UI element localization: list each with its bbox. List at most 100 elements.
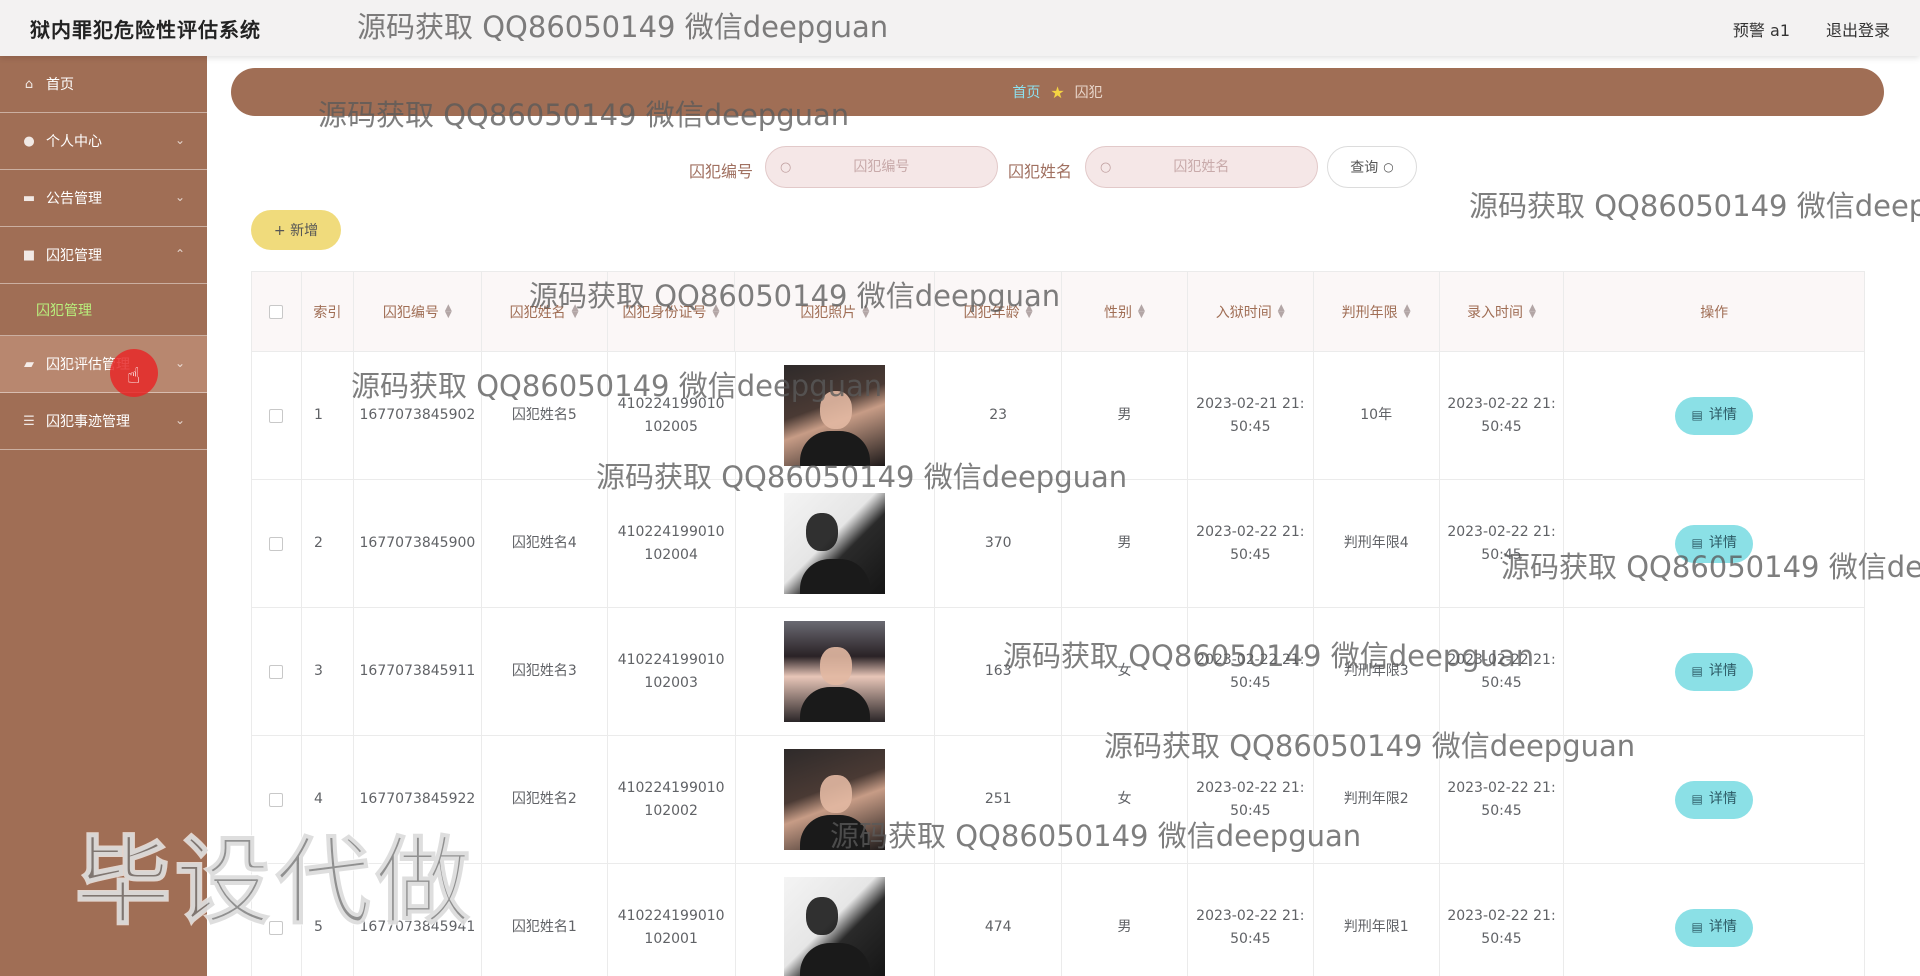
idcard-part: 102003 — [644, 674, 698, 691]
row-checkbox[interactable] — [269, 792, 284, 807]
row-checkbox[interactable] — [269, 664, 284, 679]
sidebar-item-label: 首页 — [46, 77, 74, 93]
header-ops: 操作 — [1564, 272, 1864, 351]
deeds-icon: ☰ — [23, 413, 35, 429]
header-idcard[interactable]: 囚犯身份证号 ▲ ▼ — [608, 272, 736, 351]
cell-name: 囚犯姓名1 — [482, 864, 608, 976]
cell-sentence: 判刑年限2 — [1314, 736, 1440, 863]
detail-button[interactable]: ▤ 详情 — [1675, 780, 1754, 819]
cell-gender: 男 — [1062, 480, 1188, 607]
idcard-part: 410224199010 — [617, 779, 725, 796]
time-part: 50:45 — [1481, 802, 1522, 819]
header-name[interactable]: 囚犯姓名 ▲ ▼ — [482, 272, 608, 351]
cell-record-time: 2023-02-22 21: 50:45 — [1440, 608, 1565, 735]
row-checkbox[interactable] — [269, 920, 284, 935]
time-part: 50:45 — [1481, 674, 1522, 691]
cell-record-time: 2023-02-22 21: 50:45 — [1440, 480, 1565, 607]
header-gender[interactable]: 性别 ▲ ▼ — [1062, 272, 1188, 351]
detail-label: 详情 — [1708, 407, 1737, 423]
cell-gender: 男 — [1062, 864, 1188, 976]
sort-icon: ▲ ▼ — [1403, 302, 1411, 320]
cell-index: 2 — [302, 480, 354, 607]
notice-icon: ▬ — [22, 190, 36, 206]
prisoner-photo[interactable] — [784, 365, 886, 466]
header-sentence[interactable]: 判刑年限 ▲ ▼ — [1314, 272, 1440, 351]
breadcrumb-home[interactable]: 首页 — [1012, 82, 1040, 102]
prisoner-photo[interactable] — [784, 621, 886, 722]
idcard-part: 102005 — [644, 418, 698, 435]
watermark-text: 源码获取 QQ86050149 微信deepguan — [1469, 189, 1920, 223]
time-part: 2023-02-22 21: — [1447, 395, 1556, 412]
cell-ops: ▤ 详情 — [1564, 608, 1864, 735]
query-label: 查询 — [1350, 160, 1379, 176]
header-label: 囚犯年龄 — [963, 304, 1020, 321]
logout-link[interactable]: 退出登录 — [1826, 17, 1890, 41]
sidebar-item-label: 囚犯事迹管理 — [46, 414, 130, 430]
header-entry-time[interactable]: 入狱时间 ▲ ▼ — [1188, 272, 1314, 351]
idcard-part: 102004 — [644, 546, 698, 563]
cell-idcard: 410224199010 102004 — [608, 480, 736, 607]
prisoner-table: 索引 囚犯编号 ▲ ▼ 囚犯姓名 ▲ ▼ 囚犯身份证号 ▲ ▼ 囚犯照片 ▲ ▼ 囚犯年龄 ▲ ▼ … — [251, 271, 1865, 976]
prisoner-icon: ■ — [22, 247, 36, 263]
cell-ops: ▤ 详情 — [1564, 864, 1864, 976]
sidebar-item-prisoners[interactable]: ■ 囚犯管理 ⌃ — [0, 227, 207, 284]
search-field-name[interactable]: ○ — [1085, 146, 1318, 188]
cell-sentence: 判刑年限3 — [1314, 608, 1440, 735]
prisoner-photo[interactable] — [784, 877, 886, 976]
row-checkbox[interactable] — [269, 408, 284, 423]
detail-label: 详情 — [1708, 535, 1737, 551]
row-checkbox[interactable] — [269, 536, 284, 551]
cell-gender: 男 — [1062, 352, 1188, 479]
sidebar-item-profile[interactable]: ● 个人中心 ⌄ — [0, 113, 207, 170]
sort-icon: ▲ ▼ — [712, 302, 720, 320]
cell-sentence: 10年 — [1314, 352, 1440, 479]
home-icon: ⌂ — [24, 76, 34, 92]
header-label: 索引 — [313, 304, 342, 321]
prisoner-photo[interactable] — [784, 493, 886, 594]
header-id[interactable]: 囚犯编号 ▲ ▼ — [354, 272, 482, 351]
detail-button[interactable]: ▤ 详情 — [1675, 908, 1754, 947]
sidebar-item-assessment[interactable]: ▰ 囚犯评估管理 ⌄ — [0, 336, 207, 393]
sort-icon: ▲ ▼ — [862, 302, 870, 320]
time-part: 50:45 — [1481, 930, 1522, 947]
sidebar-item-deeds[interactable]: ☰ 囚犯事迹管理 ⌄ — [0, 393, 207, 450]
detail-button[interactable]: ▤ 详情 — [1675, 396, 1754, 435]
time-part: 2023-02-22 21: — [1196, 651, 1305, 668]
header-index: 索引 — [302, 272, 354, 351]
add-button[interactable]: + 新增 — [251, 210, 341, 250]
table-row: 1 1677073845902 囚犯姓名5 410224199010 102005… — [252, 352, 1864, 480]
idcard-part: 410224199010 — [617, 907, 725, 924]
time-part: 50:45 — [1230, 802, 1271, 819]
select-all-checkbox[interactable] — [269, 304, 284, 319]
top-bar: 狱内罪犯危险性评估系统 预警 a1 退出登录 — [0, 0, 1920, 56]
hand-cursor-icon: ☝ — [127, 364, 141, 389]
prisoner-photo[interactable] — [784, 749, 886, 850]
current-user: 预警 a1 — [1732, 21, 1790, 40]
detail-label: 详情 — [1708, 663, 1737, 679]
cell-record-time: 2023-02-22 21: 50:45 — [1440, 352, 1565, 479]
time-part: 2023-02-21 21: — [1196, 395, 1305, 412]
cell-age: 251 — [935, 736, 1063, 863]
search-field-id[interactable]: ○ — [765, 146, 998, 188]
prisoner-id-input[interactable] — [791, 159, 972, 175]
detail-button[interactable]: ▤ 详情 — [1675, 524, 1754, 563]
cell-ops: ▤ 详情 — [1564, 352, 1864, 479]
cell-index: 3 — [302, 608, 354, 735]
search-icon: ○ — [1383, 160, 1394, 174]
app-title: 狱内罪犯危险性评估系统 — [30, 18, 261, 42]
prisoner-name-input[interactable] — [1111, 159, 1292, 175]
table-row: 2 1677073845900 囚犯姓名4 410224199010 102004… — [252, 480, 1864, 608]
sidebar-item-home[interactable]: ⌂ 首页 — [0, 56, 207, 113]
submenu-item-prisoner-management[interactable]: 囚犯管理 — [0, 284, 207, 336]
sort-icon: ▲ ▼ — [571, 302, 579, 320]
sidebar-item-notices[interactable]: ▬ 公告管理 ⌄ — [0, 170, 207, 227]
chevron-down-icon: ⌄ — [174, 133, 185, 147]
header-photo[interactable]: 囚犯照片 ▲ ▼ — [735, 272, 936, 351]
row-select-cell — [252, 608, 302, 735]
query-button[interactable]: 查询 ○ — [1327, 146, 1417, 188]
header-label: 囚犯身份证号 — [622, 304, 707, 321]
header-record-time[interactable]: 录入时间 ▲ ▼ — [1440, 272, 1565, 351]
detail-button[interactable]: ▤ 详情 — [1675, 652, 1754, 691]
header-age[interactable]: 囚犯年龄 ▲ ▼ — [935, 272, 1062, 351]
star-icon: ★ — [1050, 82, 1065, 102]
